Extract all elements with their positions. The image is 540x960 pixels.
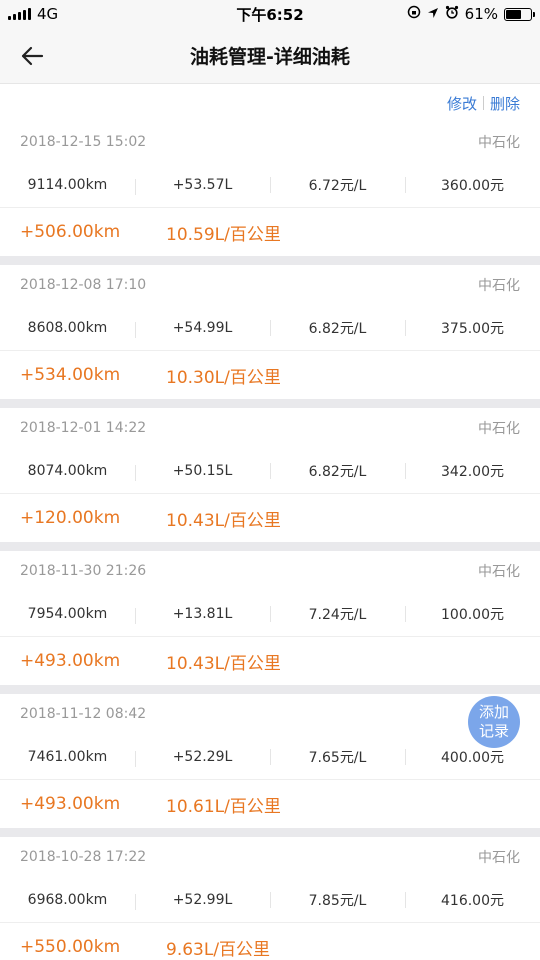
back-arrow-icon[interactable] [18, 42, 46, 70]
record-details: 8608.00km +54.99L 6.82元/L 375.00元 [0, 305, 540, 351]
record-header: 2018-11-12 08:42 [0, 694, 540, 734]
record-card[interactable]: 2018-11-12 08:42 7461.00km +52.29L 7.65元/L 4… [0, 694, 540, 828]
record-fuel: +52.99L [135, 892, 270, 910]
record-summary: +550.00km 9.63L/百公里 [0, 923, 540, 960]
record-price: 6.82元/L [270, 318, 405, 338]
record-distance: +534.00km [20, 365, 121, 385]
record-header: 2018-12-08 17:10 中石化 [0, 265, 540, 305]
record-price: 6.72元/L [270, 175, 405, 195]
record-fuel: +50.15L [135, 463, 270, 481]
record-card[interactable]: 2018-12-01 14:22 中石化 8074.00km +50.15L 6.82元… [0, 408, 540, 542]
battery-percent: 61% [464, 5, 498, 23]
record-header: 2018-10-28 17:22 中石化 [0, 837, 540, 877]
record-consumption: 10.30L/百公里 [166, 367, 281, 388]
record-distance: +120.00km [20, 508, 121, 528]
page-title: 油耗管理-详细油耗 [190, 46, 350, 68]
record-station: 中石化 [478, 564, 520, 580]
delete-button[interactable]: 删除 [490, 93, 520, 114]
record-amount: 400.00元 [405, 747, 540, 767]
record-datetime: 2018-11-30 21:26 [20, 563, 147, 579]
record-header: 2018-12-01 14:22 中石化 [0, 408, 540, 448]
record-datetime: 2018-12-01 14:22 [20, 420, 147, 436]
record-consumption: 10.61L/百公里 [166, 796, 281, 817]
record-datetime: 2018-12-15 15:02 [20, 134, 147, 150]
record-station: 中石化 [478, 278, 520, 294]
record-fuel: +52.29L [135, 749, 270, 767]
record-card[interactable]: 2018-12-08 17:10 中石化 8608.00km +54.99L 6.82元… [0, 265, 540, 399]
record-amount: 100.00元 [405, 604, 540, 624]
record-header: 2018-11-30 21:26 中石化 [0, 551, 540, 591]
record-consumption: 10.59L/百公里 [166, 224, 281, 245]
record-distance: +493.00km [20, 651, 121, 671]
add-record-label-line2: 记录 [478, 722, 509, 740]
record-header: 2018-12-15 15:02 中石化 [0, 122, 540, 162]
record-fuel: +13.81L [135, 606, 270, 624]
record-amount: 360.00元 [405, 175, 540, 195]
signal-icon [8, 8, 31, 20]
carrier-label: 4G [37, 5, 59, 23]
record-station: 中石化 [478, 135, 520, 151]
record-amount: 342.00元 [405, 461, 540, 481]
record-summary: +534.00km 10.30L/百公里 [0, 351, 540, 399]
record-details: 9114.00km +53.57L 6.72元/L 360.00元 [0, 162, 540, 208]
record-consumption: 10.43L/百公里 [166, 653, 281, 674]
record-odometer: 8074.00km [27, 462, 108, 479]
record-odometer: 7461.00km [27, 748, 108, 765]
record-distance: +550.00km [20, 937, 121, 957]
record-summary: +120.00km 10.43L/百公里 [0, 494, 540, 542]
record-fuel: +54.99L [135, 320, 270, 338]
record-list: 2018-12-15 15:02 中石化 9114.00km +53.57L 6.72元… [0, 122, 540, 960]
location-icon [427, 5, 439, 23]
record-odometer: 7954.00km [27, 605, 108, 622]
action-bar: 修改 删除 [0, 84, 540, 122]
record-details: 7461.00km +52.29L 7.65元/L 400.00元 [0, 734, 540, 780]
record-details: 8074.00km +50.15L 6.82元/L 342.00元 [0, 448, 540, 494]
record-card[interactable]: 2018-10-28 17:22 中石化 6968.00km +52.99L 7.85元… [0, 837, 540, 960]
record-summary: +493.00km 10.43L/百公里 [0, 637, 540, 685]
battery-icon [504, 7, 535, 21]
record-datetime: 2018-10-28 17:22 [20, 849, 147, 865]
record-datetime: 2018-11-12 08:42 [20, 706, 147, 722]
record-card[interactable]: 2018-11-30 21:26 中石化 7954.00km +13.81L 7.24元… [0, 551, 540, 685]
record-amount: 416.00元 [405, 890, 540, 910]
record-summary: +506.00km 10.59L/百公里 [0, 208, 540, 256]
add-record-label-line1: 添加 [478, 703, 509, 721]
lock-rotation-icon [407, 5, 421, 23]
record-distance: +493.00km [20, 794, 121, 814]
record-datetime: 2018-12-08 17:10 [20, 277, 147, 293]
divider [482, 96, 484, 110]
alarm-icon [445, 5, 459, 23]
record-fuel: +53.57L [135, 177, 270, 195]
record-price: 7.24元/L [270, 604, 405, 624]
record-details: 7954.00km +13.81L 7.24元/L 100.00元 [0, 591, 540, 637]
status-bar: 4G 下午6:52 61% [0, 0, 540, 28]
add-record-button[interactable]: 添加 记录 [468, 696, 520, 748]
record-station: 中石化 [478, 421, 520, 437]
record-odometer: 6968.00km [27, 891, 108, 908]
record-consumption: 9.63L/百公里 [166, 939, 271, 960]
record-odometer: 9114.00km [27, 176, 108, 193]
record-price: 6.82元/L [270, 461, 405, 481]
record-summary: +493.00km 10.61L/百公里 [0, 780, 540, 828]
nav-bar: 油耗管理-详细油耗 [0, 28, 540, 84]
record-distance: +506.00km [20, 222, 121, 242]
record-price: 7.85元/L [270, 890, 405, 910]
record-odometer: 8608.00km [27, 319, 108, 336]
record-station: 中石化 [478, 850, 520, 866]
record-price: 7.65元/L [270, 747, 405, 767]
record-consumption: 10.43L/百公里 [166, 510, 281, 531]
record-amount: 375.00元 [405, 318, 540, 338]
record-details: 6968.00km +52.99L 7.85元/L 416.00元 [0, 877, 540, 923]
record-card[interactable]: 2018-12-15 15:02 中石化 9114.00km +53.57L 6.72元… [0, 122, 540, 256]
edit-button[interactable]: 修改 [447, 93, 477, 114]
